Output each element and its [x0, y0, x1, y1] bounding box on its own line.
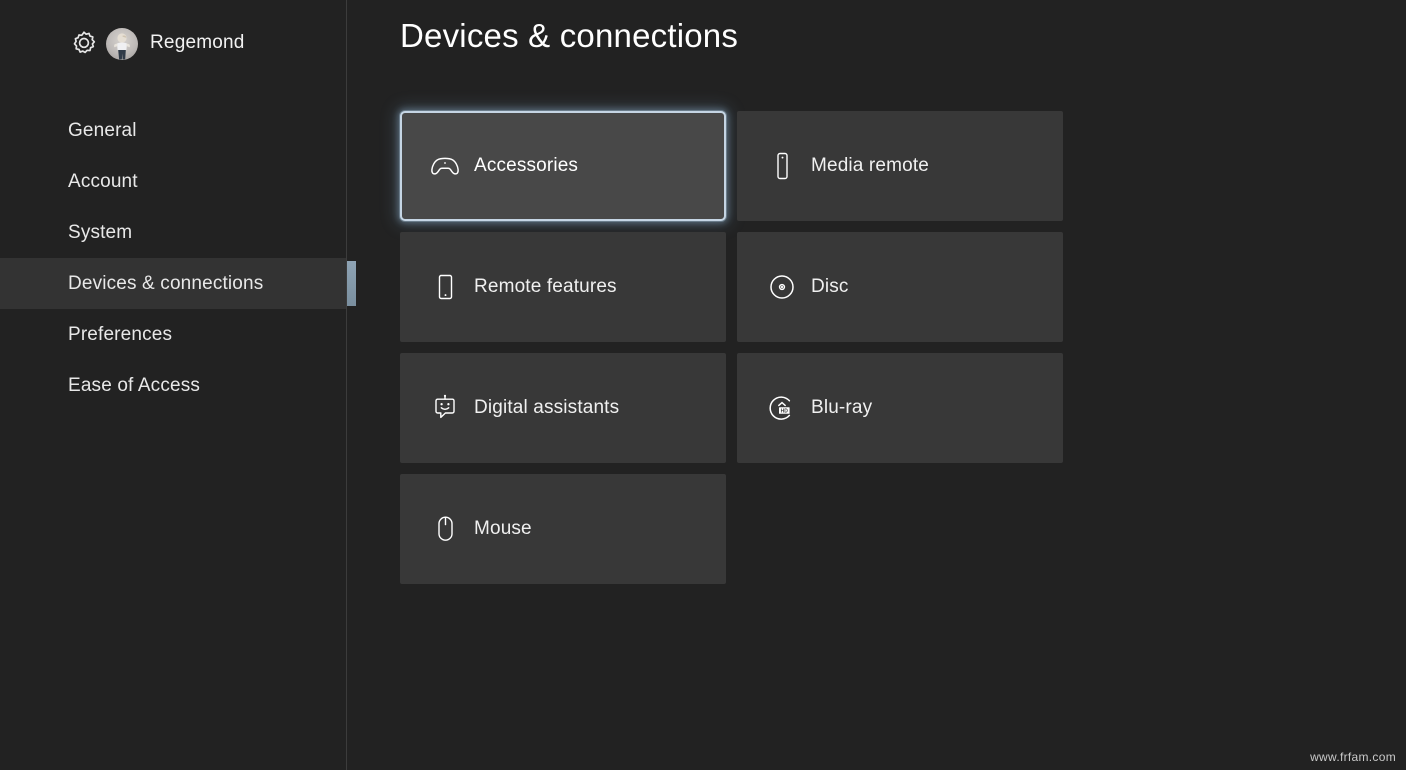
tile-label: Disc: [811, 276, 849, 298]
tile-label: Digital assistants: [474, 397, 619, 419]
profile-row[interactable]: Regemond: [0, 23, 347, 63]
mouse-icon: [428, 512, 462, 546]
watermark: www.frfam.com: [1310, 750, 1396, 764]
profile-name: Regemond: [150, 23, 245, 63]
disc-icon: [765, 270, 799, 304]
tile-blu-ray[interactable]: HD Blu-ray: [737, 353, 1063, 463]
media-remote-icon: [765, 149, 799, 183]
sidebar-item-preferences[interactable]: Preferences: [0, 309, 347, 360]
device-tile-grid: Accessories Media remote: [400, 111, 1063, 584]
sidebar-item-ease-of-access[interactable]: Ease of Access: [0, 360, 347, 411]
phone-icon: [428, 270, 462, 304]
xbox-settings-screen: Regemond General Account System Devices …: [0, 0, 1406, 770]
svg-text:HD: HD: [781, 408, 789, 414]
tile-label: Mouse: [474, 518, 532, 540]
sidebar-item-general[interactable]: General: [0, 105, 347, 156]
tile-label: Remote features: [474, 276, 617, 298]
tile-mouse[interactable]: Mouse: [400, 474, 726, 584]
tile-label: Accessories: [474, 155, 578, 177]
sidebar-item-devices-connections[interactable]: Devices & connections: [0, 258, 347, 309]
gear-icon[interactable]: [68, 27, 100, 59]
tile-remote-features[interactable]: Remote features: [400, 232, 726, 342]
sidebar-item-label: Account: [68, 171, 138, 193]
sidebar-item-label: General: [68, 120, 137, 142]
nav-accent-bar: [347, 261, 356, 306]
main-content: Devices & connections Accessories: [347, 0, 1406, 770]
sidebar-item-label: System: [68, 222, 132, 244]
avatar-figure-icon: [111, 32, 133, 60]
sidebar-item-label: Ease of Access: [68, 375, 200, 397]
tile-media-remote[interactable]: Media remote: [737, 111, 1063, 221]
game-controller-icon: [428, 149, 462, 183]
sidebar-item-label: Preferences: [68, 324, 172, 346]
sidebar: Regemond General Account System Devices …: [0, 0, 347, 770]
sidebar-item-label: Devices & connections: [68, 273, 263, 295]
bluray-hd-disc-icon: HD: [765, 391, 799, 425]
sidebar-item-account[interactable]: Account: [0, 156, 347, 207]
robot-icon: [428, 391, 462, 425]
sidebar-nav: General Account System Devices & connect…: [0, 105, 347, 411]
tile-disc[interactable]: Disc: [737, 232, 1063, 342]
tile-accessories[interactable]: Accessories: [400, 111, 726, 221]
sidebar-item-system[interactable]: System: [0, 207, 347, 258]
avatar[interactable]: [106, 28, 138, 60]
page-title: Devices & connections: [400, 13, 1406, 59]
tile-digital-assistants[interactable]: Digital assistants: [400, 353, 726, 463]
tile-label: Media remote: [811, 155, 929, 177]
tile-label: Blu-ray: [811, 397, 872, 419]
